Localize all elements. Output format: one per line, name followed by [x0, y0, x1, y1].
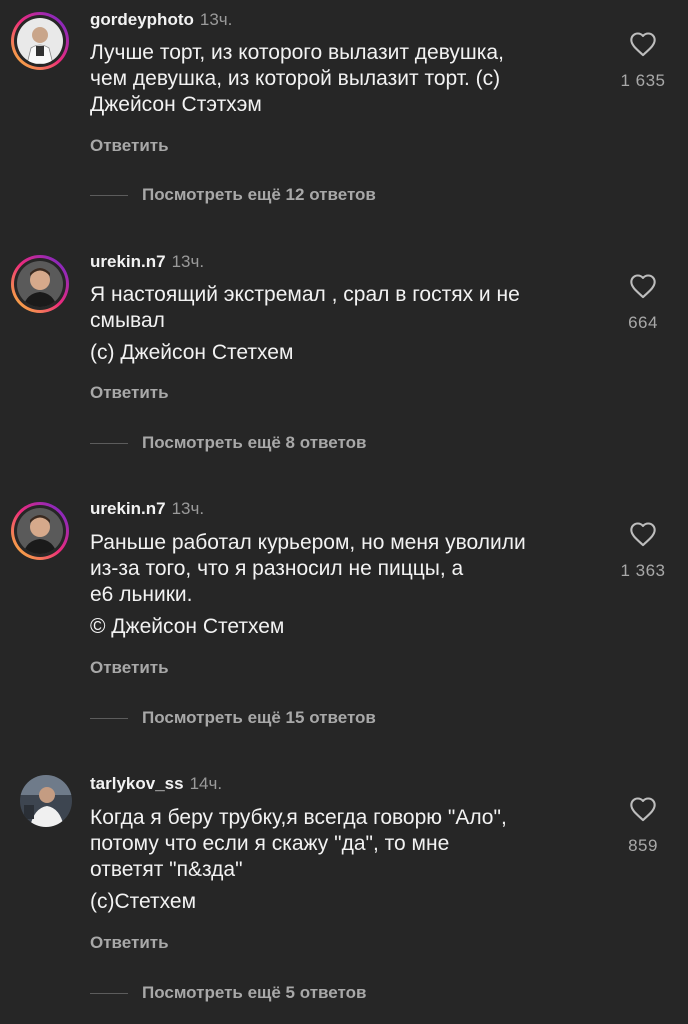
- heart-outline-icon[interactable]: [629, 31, 657, 57]
- like-count: 859: [628, 836, 658, 855]
- avatar[interactable]: [20, 775, 72, 827]
- view-more-replies-label: Посмотреть ещё 12 ответов: [142, 185, 376, 204]
- view-more-replies-button[interactable]: Посмотреть ещё 5 ответов: [90, 982, 366, 1004]
- comment-line: Раньше работал курьером, но меня уволили: [90, 531, 526, 554]
- comment-header: gordeyphoto 13ч.: [90, 10, 232, 30]
- heart-outline-icon[interactable]: [629, 796, 657, 822]
- heart-outline-icon[interactable]: [629, 273, 657, 299]
- comment-line: (с) Джейсон Стетхем: [90, 341, 294, 364]
- avatar: [17, 261, 63, 307]
- timestamp: 13ч.: [171, 499, 205, 518]
- replies-divider: [90, 717, 128, 719]
- like-block: 1 635: [598, 31, 688, 91]
- view-more-replies-label: Посмотреть ещё 15 ответов: [142, 708, 376, 727]
- comment-line: (с)Стетхем: [90, 890, 197, 913]
- comment-text: Когда я беру трубку,я всегда говорю "Ало…: [90, 805, 600, 915]
- view-more-replies-label: Посмотреть ещё 8 ответов: [142, 433, 367, 452]
- comment-header: urekin.n7 13ч.: [90, 252, 204, 272]
- heart-outline-icon[interactable]: [629, 521, 657, 547]
- avatar-story-ring[interactable]: [11, 502, 69, 560]
- view-more-replies-button[interactable]: Посмотреть ещё 12 ответов: [90, 184, 376, 206]
- reply-button[interactable]: Ответить: [90, 933, 169, 953]
- comment-line: ответят "п&зда": [90, 858, 243, 881]
- timestamp: 14ч.: [189, 774, 223, 793]
- username[interactable]: gordeyphoto: [90, 10, 194, 29]
- comment-line: Джейсон Стэтхэм: [90, 93, 262, 116]
- reply-button[interactable]: Ответить: [90, 383, 169, 403]
- comment-text: Лучше торт, из которого вылазит девушка,…: [90, 40, 600, 118]
- comment-line: е6 льники.: [90, 583, 193, 606]
- comment-line: © Джейсон Стетхем: [90, 615, 285, 638]
- avatar: [17, 508, 63, 554]
- replies-divider: [90, 194, 128, 196]
- comment-header: urekin.n7 13ч.: [90, 499, 204, 519]
- comment-line: из-за того, что я разносил не пиццы, а: [90, 557, 464, 580]
- like-block: 859: [598, 796, 688, 856]
- username[interactable]: urekin.n7: [90, 499, 166, 518]
- comment-line: Когда я беру трубку,я всегда говорю "Ало…: [90, 806, 507, 829]
- view-more-replies-button[interactable]: Посмотреть ещё 8 ответов: [90, 432, 366, 454]
- view-more-replies-button[interactable]: Посмотреть ещё 15 ответов: [90, 707, 376, 729]
- view-more-replies-label: Посмотреть ещё 5 ответов: [142, 983, 367, 1002]
- comment-line: Я настоящий экстремал , срал в гостях и …: [90, 283, 520, 306]
- comment-header: tarlykov_ss 14ч.: [90, 774, 222, 794]
- avatar: [17, 18, 63, 64]
- comment-line: потому что если я скажу "да", то мне: [90, 832, 450, 855]
- timestamp: 13ч.: [199, 10, 233, 29]
- comment-line: Лучше торт, из которого вылазит девушка,: [90, 41, 504, 64]
- avatar-story-ring[interactable]: [11, 255, 69, 313]
- comment-text: Я настоящий экстремал , срал в гостях и …: [90, 282, 600, 366]
- comment-text: Раньше работал курьером, но меня уволили…: [90, 530, 600, 640]
- like-count: 664: [628, 313, 658, 332]
- like-block: 1 363: [598, 521, 688, 581]
- username[interactable]: tarlykov_ss: [90, 774, 184, 793]
- like-block: 664: [598, 273, 688, 333]
- replies-divider: [90, 442, 128, 444]
- avatar-story-ring[interactable]: [11, 12, 69, 70]
- reply-button[interactable]: Ответить: [90, 658, 169, 678]
- timestamp: 13ч.: [171, 252, 205, 271]
- username[interactable]: urekin.n7: [90, 252, 166, 271]
- comment-line: смывал: [90, 309, 165, 332]
- like-count: 1 363: [620, 561, 666, 580]
- comment-line: чем девушка, из которой вылазит торт. (с…: [90, 67, 501, 90]
- replies-divider: [90, 992, 128, 994]
- reply-button[interactable]: Ответить: [90, 136, 169, 156]
- like-count: 1 635: [620, 71, 666, 90]
